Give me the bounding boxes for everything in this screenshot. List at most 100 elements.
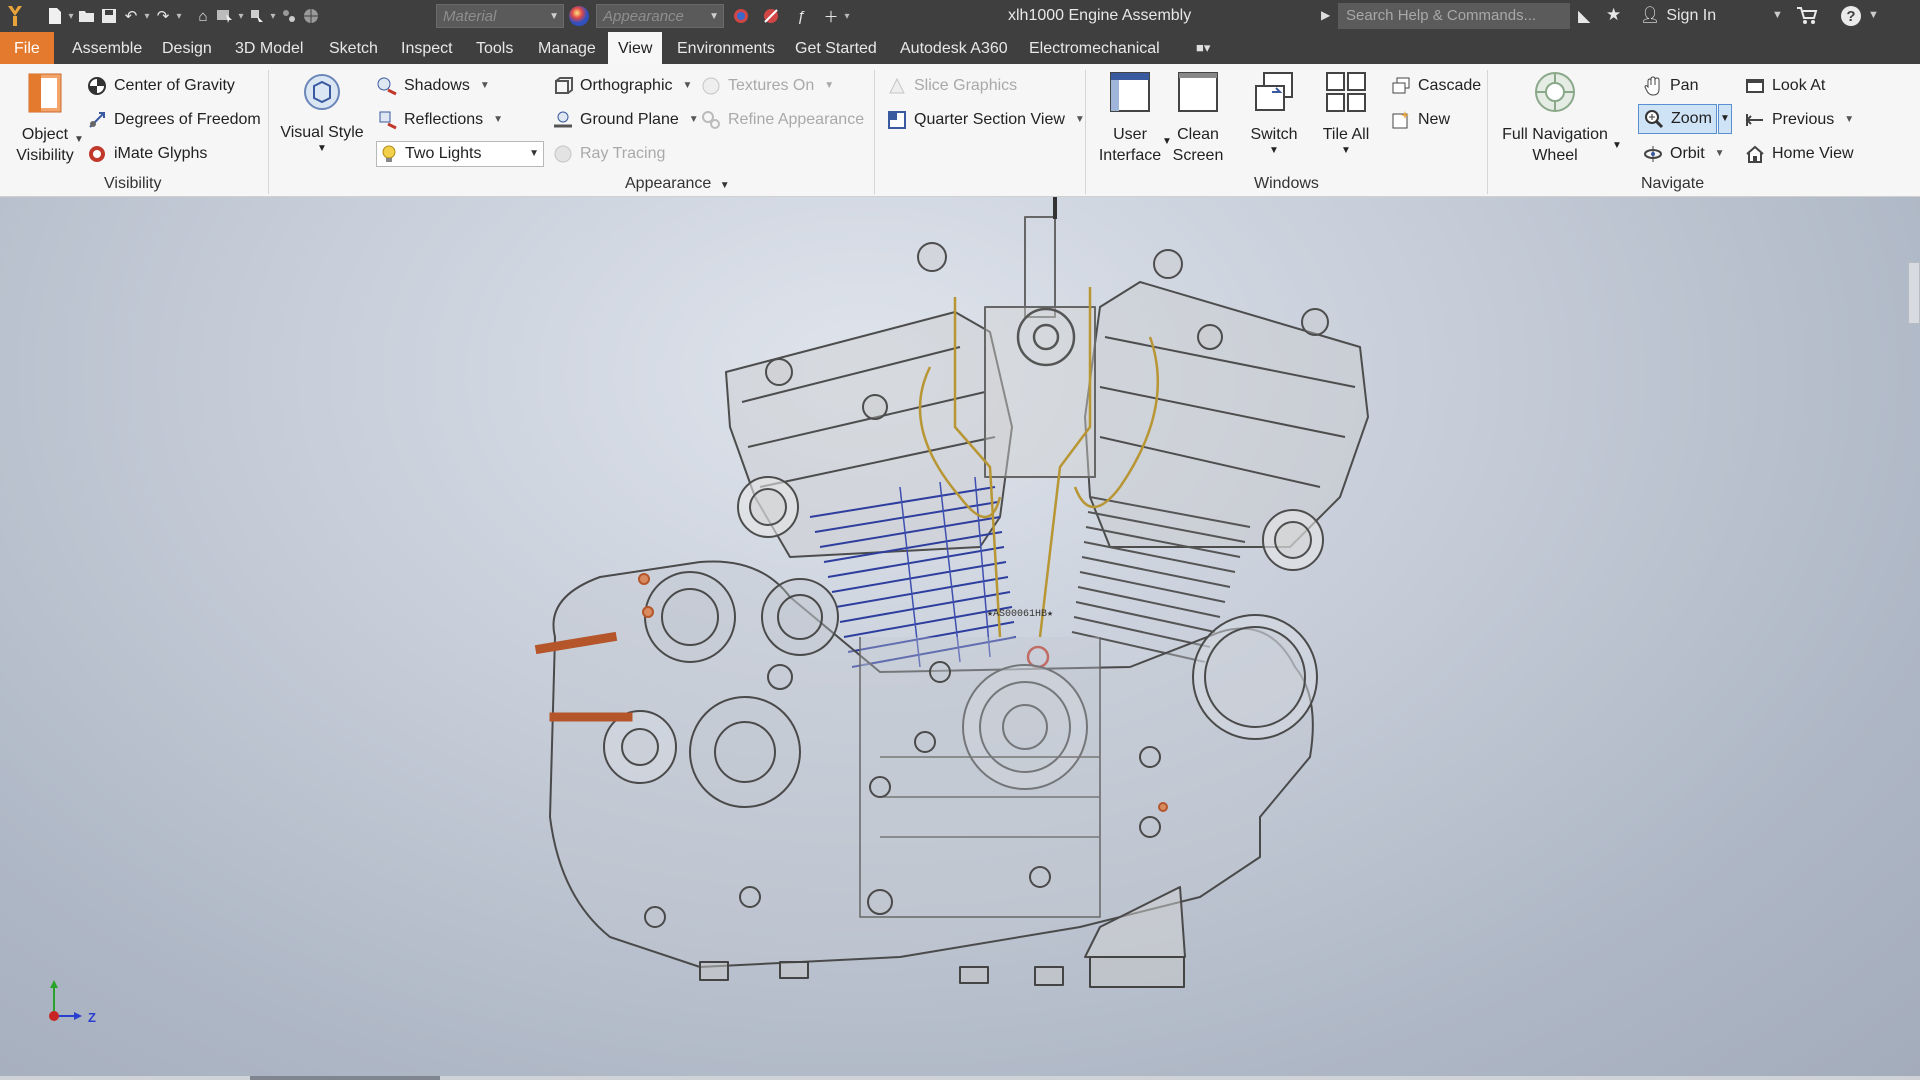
camera-icon[interactable]: ■▾ — [1196, 40, 1210, 56]
search-expand-icon[interactable]: ▶ — [1321, 8, 1330, 22]
object-visibility-dropdown-icon[interactable]: ▼ — [74, 134, 84, 145]
adjust-appearance-icon[interactable] — [730, 5, 752, 27]
undo-icon[interactable]: ↶ — [120, 5, 142, 27]
previous-view-button[interactable]: Previous ▼ — [1744, 106, 1854, 134]
ground-plane-dropdown-icon[interactable]: ▼ — [689, 106, 699, 134]
graphics-viewport[interactable]: ★AS00061HB★ Z — [0, 197, 1920, 1080]
zoom-dropdown-icon[interactable]: ▼ — [1718, 104, 1732, 134]
clean-screen-button[interactable]: Clean Screen — [1166, 70, 1230, 166]
chevron-down-icon[interactable]: ▼ — [709, 5, 719, 29]
orbit-button[interactable]: Orbit ▼ — [1642, 140, 1725, 168]
tab-3d-model[interactable]: 3D Model — [225, 32, 313, 64]
full-navigation-wheel-button[interactable]: Full Navigation Wheel — [1496, 70, 1614, 166]
active-document-indicator[interactable] — [250, 1076, 440, 1080]
tab-autodesk-a360[interactable]: Autodesk A360 — [890, 32, 1018, 64]
chevron-down-icon[interactable]: ▼ — [529, 142, 539, 166]
visual-style-button[interactable]: Visual Style ▼ — [278, 72, 366, 155]
shadows-dropdown-icon[interactable]: ▼ — [480, 72, 490, 100]
save-icon[interactable] — [98, 5, 120, 27]
add-icon[interactable]: ＋ — [820, 5, 842, 27]
select-dropdown-icon[interactable]: ▾ — [236, 11, 246, 22]
update-dropdown-icon[interactable]: ▾ — [268, 11, 278, 22]
tab-assemble[interactable]: Assemble — [62, 32, 152, 64]
section-view-dropdown-icon[interactable]: ▼ — [1075, 106, 1085, 134]
home-icon[interactable]: ⌂ — [192, 5, 214, 27]
tab-design[interactable]: Design — [152, 32, 222, 64]
visual-style-dropdown-icon[interactable]: ▼ — [278, 143, 366, 155]
appearance-panel-dropdown-icon[interactable]: ▼ — [720, 180, 730, 191]
tab-inspect[interactable]: Inspect — [391, 32, 463, 64]
tab-electromechanical[interactable]: Electromechanical — [1019, 32, 1170, 64]
help-dropdown-icon[interactable]: ▼ — [1868, 9, 1879, 21]
tab-environments[interactable]: Environments — [667, 32, 785, 64]
help-icon[interactable]: ? — [1840, 5, 1862, 32]
tab-manage[interactable]: Manage — [528, 32, 606, 64]
cascade-button[interactable]: Cascade — [1390, 72, 1481, 100]
new-window-button[interactable]: New — [1390, 106, 1450, 134]
reflections-dropdown-icon[interactable]: ▼ — [493, 106, 503, 134]
imate-glyphs-button[interactable]: iMate Glyphs — [86, 140, 207, 168]
orthographic-button[interactable]: Orthographic ▼ — [552, 72, 692, 100]
look-at-button[interactable]: Look At — [1744, 72, 1825, 100]
reflections-button[interactable]: Reflections ▼ — [376, 106, 503, 134]
quick-access-tools: ƒ ＋ ▾ — [730, 0, 852, 32]
object-visibility-button[interactable]: Object Visibility — [10, 72, 80, 166]
engine-assembly-model[interactable]: ★AS00061HB★ — [0, 197, 1920, 1080]
lighting-style-select[interactable]: Two Lights ▼ — [376, 141, 544, 167]
zoom-button[interactable]: Zoom — [1638, 104, 1717, 134]
previous-dropdown-icon[interactable]: ▼ — [1844, 106, 1854, 134]
clear-appearance-icon[interactable] — [760, 5, 782, 27]
binoculars-icon[interactable]: ◣ — [1578, 6, 1590, 26]
refine-appearance-button[interactable]: Refine Appearance — [700, 106, 864, 134]
ray-tracing-button[interactable]: Ray Tracing — [552, 140, 665, 168]
undo-dropdown-icon[interactable]: ▾ — [142, 11, 152, 22]
tab-tools[interactable]: Tools — [466, 32, 523, 64]
search-input[interactable]: Search Help & Commands... — [1338, 3, 1570, 29]
chevron-down-icon[interactable]: ▼ — [549, 5, 559, 29]
sign-in-dropdown-icon[interactable]: ▼ — [1772, 9, 1783, 21]
tab-view[interactable]: View — [608, 32, 663, 64]
center-of-gravity-button[interactable]: Center of Gravity — [86, 72, 235, 100]
redo-icon[interactable]: ↷ — [152, 5, 174, 27]
new-file-icon[interactable] — [44, 5, 66, 27]
orthographic-dropdown-icon[interactable]: ▼ — [683, 72, 693, 100]
tab-file[interactable]: File — [0, 32, 54, 64]
navigation-wheel-dropdown-icon[interactable]: ▼ — [1612, 140, 1622, 151]
slice-graphics-button[interactable]: Slice Graphics — [886, 72, 1017, 100]
home-view-button[interactable]: Home View — [1744, 140, 1854, 168]
tile-all-button[interactable]: Tile All ▼ — [1312, 70, 1380, 157]
open-file-icon[interactable] — [76, 5, 98, 27]
customize-dropdown-icon[interactable]: ▾ — [842, 11, 852, 22]
look-at-icon — [1744, 75, 1766, 97]
switch-button[interactable]: Switch ▼ — [1240, 70, 1308, 157]
user-interface-button[interactable]: User Interface — [1096, 70, 1164, 166]
orbit-dropdown-icon[interactable]: ▼ — [1715, 140, 1725, 168]
select-icon[interactable] — [214, 5, 236, 27]
redo-dropdown-icon[interactable]: ▾ — [174, 11, 184, 22]
globe-icon[interactable] — [300, 5, 322, 27]
star-icon[interactable]: ★ — [1606, 5, 1621, 25]
degrees-of-freedom-button[interactable]: Degrees of Freedom — [86, 106, 261, 134]
app-logo-icon[interactable] — [4, 5, 26, 27]
sign-in-button[interactable]: 👤︎ Sign In — [1640, 0, 1716, 32]
textures-on-button[interactable]: Textures On ▼ — [700, 72, 834, 100]
cart-icon[interactable] — [1796, 5, 1818, 30]
new-dropdown-icon[interactable]: ▾ — [66, 11, 76, 22]
pan-button[interactable]: Pan — [1642, 72, 1698, 100]
quarter-section-view-button[interactable]: Quarter Section View ▼ — [886, 106, 1085, 134]
appearance-combo[interactable]: Appearance ▼ — [596, 4, 724, 28]
tab-sketch[interactable]: Sketch — [319, 32, 388, 64]
orbit-icon — [1642, 143, 1664, 165]
shadows-button[interactable]: Shadows ▼ — [376, 72, 490, 100]
textures-dropdown-icon[interactable]: ▼ — [824, 72, 834, 100]
appearance-sphere-icon[interactable] — [568, 5, 590, 27]
switch-dropdown-icon[interactable]: ▼ — [1240, 145, 1308, 157]
axis-triad — [49, 980, 82, 1021]
update-icon[interactable] — [246, 5, 268, 27]
ground-plane-button[interactable]: Ground Plane ▼ — [552, 106, 699, 134]
tile-all-dropdown-icon[interactable]: ▼ — [1312, 145, 1380, 157]
material-combo[interactable]: Material ▼ — [436, 4, 564, 28]
parameters-icon[interactable]: ƒ — [790, 5, 812, 27]
tab-get-started[interactable]: Get Started — [785, 32, 887, 64]
measure-icon[interactable] — [278, 5, 300, 27]
